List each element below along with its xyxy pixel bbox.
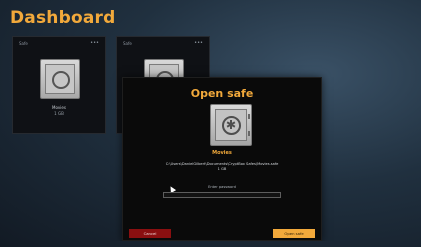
card-header: Safe: [19, 41, 28, 46]
card-header: Safe: [123, 41, 132, 46]
safe-card-movies[interactable]: Safe ••• Movies 1 GB: [12, 36, 106, 134]
safe-icon: [40, 59, 80, 99]
page-title: Dashboard: [10, 8, 116, 28]
safe-icon: [210, 104, 252, 146]
password-label: Enter password: [208, 185, 236, 189]
dialog-title: Open safe: [190, 87, 254, 100]
safe-size: 1 GB: [217, 167, 227, 171]
card-name: Movies: [52, 105, 66, 110]
menu-icon[interactable]: •••: [90, 40, 99, 46]
open-safe-button[interactable]: Open safe: [273, 229, 315, 238]
open-safe-dialog: Open safe Movies C:\Users\DanielGilbert\…: [122, 77, 322, 241]
safe-name: Movies: [212, 150, 232, 156]
cancel-button[interactable]: Cancel: [129, 229, 171, 238]
safe-path: C:\Users\DanielGilbert\Documents\CryptBo…: [165, 162, 279, 166]
menu-icon[interactable]: •••: [194, 40, 203, 46]
app-window: Dashboard Safe ••• Movies 1 GB Safe ••• …: [6, 6, 415, 241]
password-input[interactable]: [163, 192, 281, 198]
card-size: 1 GB: [54, 111, 64, 116]
